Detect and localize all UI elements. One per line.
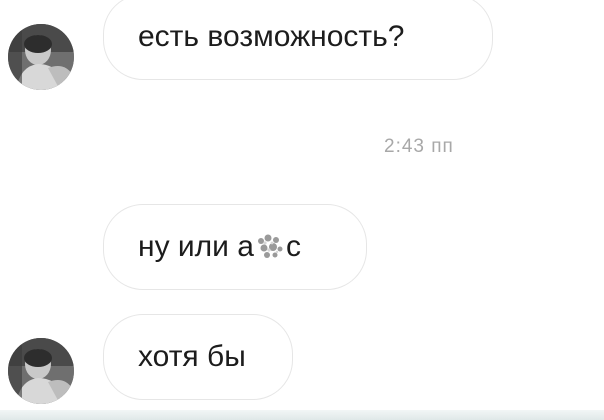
- message-text-end: с: [285, 230, 301, 263]
- bottom-strip: [0, 410, 604, 420]
- avatar-photo-icon: [8, 24, 74, 90]
- message-bubble[interactable]: ну или а с: [103, 204, 367, 290]
- message-text: хотя бы: [138, 340, 246, 373]
- avatar-photo-icon: [8, 338, 74, 404]
- message-text-start: ну или а: [138, 230, 254, 263]
- message-bubble[interactable]: хотя бы: [103, 314, 293, 400]
- chat-thread: есть возможность? 2:43 пп ну или а с хот…: [0, 0, 604, 420]
- message-bubble[interactable]: есть возможность?: [103, 0, 493, 80]
- avatar[interactable]: [8, 338, 74, 404]
- timestamp: 2:43 пп: [384, 136, 454, 157]
- message-text: есть возможность?: [138, 20, 405, 53]
- avatar[interactable]: [8, 24, 74, 90]
- scribble-blur-icon: [255, 232, 285, 262]
